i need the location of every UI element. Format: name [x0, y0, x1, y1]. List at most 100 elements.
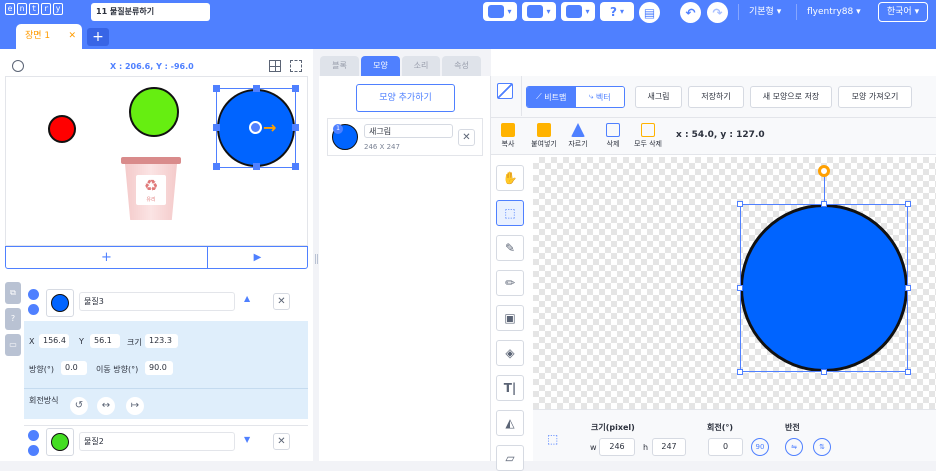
resize-handle[interactable] [905, 285, 911, 291]
tab-shapes[interactable]: 모양 [361, 56, 400, 76]
help-menu-button[interactable]: ? ▾ [600, 2, 634, 21]
project-title-input[interactable]: 11 물질분류하기 [91, 3, 210, 21]
rotate-handle[interactable] [818, 165, 830, 177]
user-menu[interactable]: flyentry88 ▾ [807, 4, 861, 20]
stage-canvas[interactable]: → ♻ 유리 [5, 76, 308, 246]
flip-horizontal-button[interactable]: ⇋ [785, 438, 803, 456]
rotation-input[interactable]: 0 [708, 438, 743, 456]
rotate-90-button[interactable]: 90 [751, 438, 769, 456]
direction-arrow-icon[interactable]: → [263, 118, 276, 137]
tab-blocks[interactable]: 블록 [320, 56, 359, 76]
green-circle-sprite[interactable] [129, 87, 179, 137]
object-row[interactable]: 물질3 ▲ ✕ [24, 285, 308, 321]
expand-icon[interactable]: ▼ [244, 435, 250, 444]
console-tab[interactable]: ▭ [5, 334, 21, 356]
print-button[interactable]: ▤ [639, 2, 660, 23]
save-button[interactable]: 저장하기 [688, 86, 744, 108]
editor-mode-toggle[interactable]: ⟋ 비트맵 ⤷ 벡터 [526, 86, 625, 108]
color-picker-icon[interactable] [497, 83, 513, 99]
lock-icon[interactable] [28, 304, 39, 315]
y-input[interactable]: 56.1 [90, 334, 120, 348]
close-icon[interactable]: ✕ [68, 24, 76, 49]
object-name-input[interactable]: 물질3 [79, 292, 235, 311]
resize-handle[interactable] [821, 201, 827, 207]
object-row[interactable]: 물질2 ▼ ✕ [24, 425, 308, 461]
redo-button[interactable]: ↷ [707, 2, 728, 23]
size-input[interactable]: 123.3 [145, 334, 178, 348]
resize-handle[interactable] [737, 285, 743, 291]
delete-all-tool[interactable]: 모두 삭제 [631, 120, 665, 149]
block-mode-button[interactable]: ▾ [483, 2, 517, 21]
scene-tab[interactable]: 장면 1 ✕ [16, 24, 82, 49]
paste-tool[interactable]: 붙여넣기 [527, 120, 561, 149]
drawing-canvas[interactable] [533, 157, 936, 409]
resize-handle[interactable] [213, 163, 220, 170]
resize-handle[interactable] [213, 124, 220, 131]
run-button[interactable]: ▶ [208, 247, 307, 268]
file-menu-button[interactable]: ▾ [522, 2, 556, 21]
delete-shape-button[interactable]: ✕ [458, 129, 475, 146]
red-circle-sprite[interactable] [48, 115, 76, 143]
width-input[interactable]: 246 [599, 438, 635, 456]
fill-tool[interactable]: ◭ [496, 410, 524, 436]
object-tab[interactable]: ⧉ [5, 282, 21, 304]
object-name-input[interactable]: 물질2 [79, 432, 235, 451]
resize-handle[interactable] [737, 201, 743, 207]
fullscreen-icon[interactable] [290, 60, 302, 72]
text-tool[interactable]: T| [496, 375, 524, 401]
shape-item[interactable]: 1 새그림 246 X 247 ✕ [327, 118, 483, 156]
language-select[interactable]: 한국어 ▾ [878, 2, 928, 22]
resize-handle[interactable] [905, 201, 911, 207]
help-tab[interactable]: ? [5, 308, 21, 330]
rotate-free-icon[interactable]: ↺ [70, 397, 88, 415]
rotation-center-handle[interactable] [249, 121, 262, 134]
rotate-none-icon[interactable]: ↦ [126, 397, 144, 415]
rotate-horizontal-icon[interactable]: ↔ [97, 397, 115, 415]
height-input[interactable]: 247 [652, 438, 686, 456]
select-tool[interactable]: ⬚ [496, 200, 524, 226]
resize-handle[interactable] [292, 85, 299, 92]
resize-handle[interactable] [253, 163, 260, 170]
resize-handle[interactable] [253, 85, 260, 92]
undo-button[interactable]: ↶ [680, 2, 701, 23]
entry-logo[interactable]: e n t r y [5, 3, 63, 15]
mode-select[interactable]: 기본형 ▾ [749, 4, 781, 20]
bitmap-mode-button[interactable]: ⟋ 비트맵 [527, 87, 576, 107]
lock-icon[interactable] [28, 445, 39, 456]
eraser-tool[interactable]: ▱ [496, 445, 524, 471]
save-menu-button[interactable]: ▾ [561, 2, 595, 21]
add-scene-button[interactable]: + [87, 28, 109, 46]
copy-tool[interactable]: 복사 [491, 120, 525, 149]
vector-mode-button[interactable]: ⤷ 벡터 [575, 87, 624, 107]
delete-object-button[interactable]: ✕ [273, 433, 290, 450]
brush-tool[interactable]: ✎ [496, 235, 524, 261]
resize-handle[interactable] [905, 369, 911, 375]
hand-tool[interactable]: ✋ [496, 165, 524, 191]
pencil-tool[interactable]: ✏ [496, 270, 524, 296]
shape-name-input[interactable]: 새그림 [364, 124, 453, 138]
x-input[interactable]: 156.4 [39, 334, 69, 348]
rectangle-tool[interactable]: ▣ [496, 305, 524, 331]
add-shape-button[interactable]: 모양 추가하기 [356, 84, 455, 112]
visibility-icon[interactable] [28, 430, 39, 441]
flip-vertical-button[interactable]: ⇅ [813, 438, 831, 456]
cut-tool[interactable]: 자르기 [561, 120, 595, 149]
delete-tool[interactable]: 삭제 [596, 120, 630, 149]
collapse-icon[interactable]: ▲ [244, 294, 250, 303]
save-as-new-shape-button[interactable]: 새 모양으로 저장 [750, 86, 832, 108]
resize-handle[interactable] [821, 369, 827, 375]
recycle-bin-sprite[interactable]: ♻ 유리 [119, 157, 183, 221]
tab-sounds[interactable]: 소리 [402, 56, 440, 76]
visibility-icon[interactable] [28, 289, 39, 300]
add-object-button[interactable]: + [6, 247, 208, 268]
new-drawing-button[interactable]: 새그림 [635, 86, 682, 108]
grid-icon[interactable] [269, 60, 281, 72]
delete-object-button[interactable]: ✕ [273, 293, 290, 310]
resize-handle[interactable] [292, 124, 299, 131]
import-shape-button[interactable]: 모양 가져오기 [838, 86, 912, 108]
tab-properties[interactable]: 속성 [442, 56, 481, 76]
ellipse-tool[interactable]: ◈ [496, 340, 524, 366]
move-direction-input[interactable]: 90.0 [145, 361, 173, 375]
direction-input[interactable]: 0.0 [61, 361, 87, 375]
resize-handle[interactable] [737, 369, 743, 375]
